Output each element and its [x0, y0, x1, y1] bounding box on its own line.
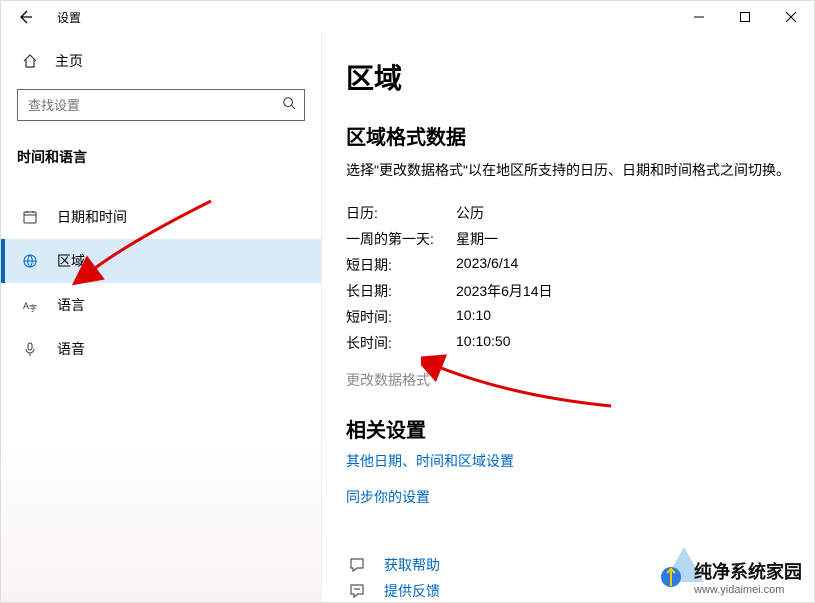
region-format-table: 日历:公历 一周的第一天:星期一 短日期:2023/6/14 长日期:2023年… [346, 200, 790, 356]
home-icon [21, 53, 39, 69]
home-label: 主页 [55, 51, 83, 71]
app-title: 设置 [57, 9, 81, 26]
longtime-key: 长时间: [346, 333, 456, 353]
feedback-icon [346, 582, 368, 600]
category-header: 时间和语言 [1, 133, 321, 175]
svg-text:字: 字 [29, 303, 37, 313]
sidebar: 主页 时间和语言 日期和时间 区域 A字 语言 语音 [1, 33, 321, 602]
calendar-value: 公历 [456, 203, 484, 223]
longtime-value: 10:10:50 [456, 333, 511, 353]
globe-icon [21, 253, 39, 269]
language-icon: A字 [21, 297, 39, 313]
close-button[interactable] [768, 1, 814, 33]
window-controls [676, 1, 814, 33]
home-button[interactable]: 主页 [1, 41, 321, 81]
minimize-icon [694, 12, 704, 22]
shorttime-key: 短时间: [346, 307, 456, 327]
watermark: 纯净系统家园 www.yidaimei.com [656, 558, 802, 596]
nav-label: 区域 [57, 251, 85, 271]
firstday-key: 一周的第一天: [346, 229, 456, 249]
watermark-logo-icon [656, 562, 686, 592]
feedback-label: 提供反馈 [384, 581, 440, 601]
nav-list: 日期和时间 区域 A字 语言 语音 [1, 175, 321, 371]
section-title: 区域格式数据 [346, 121, 790, 150]
shortdate-key: 短日期: [346, 255, 456, 275]
related-settings-title: 相关设置 [346, 414, 790, 443]
nav-item-region[interactable]: 区域 [1, 239, 321, 283]
watermark-text: 纯净系统家园 [694, 562, 802, 582]
watermark-url: www.yidaimei.com [694, 584, 802, 596]
sync-settings-link[interactable]: 同步你的设置 [346, 487, 790, 507]
page-title: 区域 [346, 57, 790, 97]
search-box[interactable] [17, 89, 305, 121]
shortdate-value: 2023/6/14 [456, 255, 518, 275]
help-label: 获取帮助 [384, 555, 440, 575]
nav-label: 语音 [57, 339, 85, 359]
microphone-icon [21, 341, 39, 357]
shorttime-value: 10:10 [456, 307, 491, 327]
search-icon [282, 96, 296, 115]
change-data-format-link[interactable]: 更改数据格式 [346, 370, 790, 390]
close-icon [786, 12, 796, 22]
minimize-button[interactable] [676, 1, 722, 33]
other-date-time-region-link[interactable]: 其他日期、时间和区域设置 [346, 451, 790, 471]
longdate-value: 2023年6月14日 [456, 281, 553, 301]
nav-label: 日期和时间 [57, 207, 127, 227]
nav-item-language[interactable]: A字 语言 [1, 283, 321, 327]
maximize-button[interactable] [722, 1, 768, 33]
main-content: 区域 区域格式数据 选择"更改数据格式"以在地区所支持的日历、日期和时间格式之间… [321, 33, 814, 602]
back-button[interactable] [1, 1, 49, 33]
maximize-icon [740, 12, 750, 22]
clock-icon [21, 209, 39, 225]
calendar-key: 日历: [346, 203, 456, 223]
nav-item-datetime[interactable]: 日期和时间 [1, 195, 321, 239]
nav-label: 语言 [57, 295, 85, 315]
firstday-value: 星期一 [456, 229, 498, 249]
back-arrow-icon [17, 9, 33, 25]
section-description: 选择"更改数据格式"以在地区所支持的日历、日期和时间格式之间切换。 [346, 160, 790, 180]
search-input[interactable] [28, 98, 282, 113]
help-icon [346, 556, 368, 574]
longdate-key: 长日期: [346, 281, 456, 301]
nav-item-speech[interactable]: 语音 [1, 327, 321, 371]
titlebar: 设置 [1, 1, 814, 33]
